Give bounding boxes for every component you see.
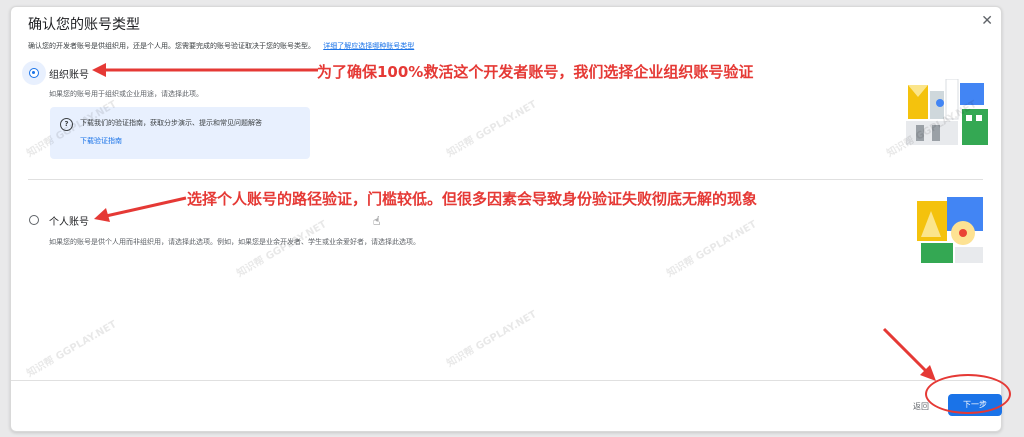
close-icon[interactable]: ✕: [981, 13, 993, 29]
dialog-subtitle: 确认您的开发者账号是供组织用，还是个人用。您需要完成的账号验证取决于您的账号类型…: [28, 41, 414, 51]
subtitle-text: 确认您的开发者账号是供组织用，还是个人用。您需要完成的账号验证取决于您的账号类型…: [28, 42, 315, 50]
learn-more-link[interactable]: 详细了解应选择哪种账号类型: [323, 42, 414, 50]
option-label-personal[interactable]: 个人账号: [49, 213, 89, 228]
annotation-arrow-personal: [94, 196, 187, 222]
option-description-personal: 如果您的账号是供个人用而非组织用，请选择此选项。例如，如果您是业余开发者、学生或…: [49, 238, 420, 246]
verification-guide-box: ? 下载我们的验证指南，获取分步演示、提示和常见问题解答 下载验证指南: [50, 107, 310, 159]
option-description-organization: 如果您的账号用于组织或企业用途，请选择此项。: [49, 90, 203, 98]
annotation-personal: 选择个人账号的路径验证，门槛较低。但很多因素会导致身份验证失败彻底无解的现象: [187, 190, 758, 208]
back-button[interactable]: 返回: [913, 401, 929, 412]
download-guide-link[interactable]: 下载验证指南: [80, 136, 122, 146]
annotation-arrow-next: [882, 327, 936, 381]
annotation-organization: 为了确保100%救活这个开发者账号，我们选择企业组织账号验证: [317, 63, 754, 81]
dialog-title: 确认您的账号类型: [28, 17, 140, 33]
hand-cursor-icon: ☝: [373, 214, 381, 228]
option-label-organization[interactable]: 组织账号: [49, 66, 89, 81]
guide-text: 下载我们的验证指南，获取分步演示、提示和常见问题解答: [80, 119, 262, 127]
radio-personal[interactable]: [29, 215, 39, 225]
radio-organization[interactable]: [29, 68, 39, 78]
options-divider: [28, 179, 983, 180]
organization-illustration: [906, 79, 988, 145]
footer-divider: [11, 380, 1001, 381]
personal-illustration: [917, 197, 983, 263]
next-button-highlight-ring: [925, 374, 1011, 414]
annotation-arrow-organization: [92, 63, 318, 77]
help-icon: ?: [60, 118, 73, 131]
